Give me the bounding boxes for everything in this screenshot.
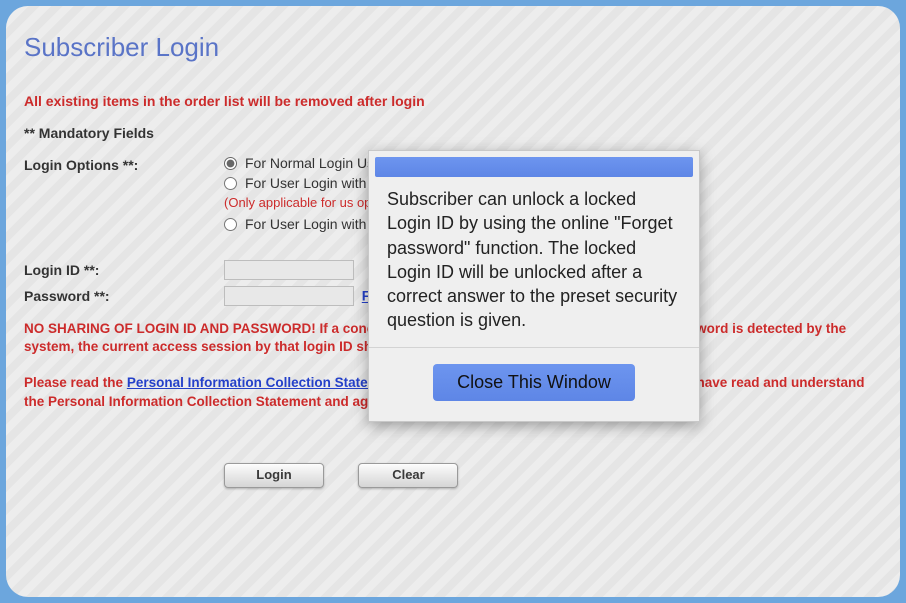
clear-button[interactable]: Clear (358, 463, 458, 488)
order-list-warning: All existing items in the order list wil… (24, 93, 882, 109)
login-id-input[interactable] (224, 260, 354, 280)
login-option-user2-label: For User Login with (245, 216, 366, 232)
pica-prefix: Please read the (24, 375, 123, 390)
password-label: Password **: (24, 286, 224, 304)
login-id-label: Login ID **: (24, 260, 224, 278)
login-option-user1-label: For User Login with (245, 175, 366, 191)
login-option-user2-radio[interactable] (224, 218, 237, 231)
mandatory-fields-label: ** Mandatory Fields (24, 125, 882, 141)
login-option-normal-radio[interactable] (224, 157, 237, 170)
login-option-normal-label: For Normal Login Us (245, 155, 374, 171)
dialog-titlebar[interactable] (375, 157, 693, 177)
dialog-body-text: Subscriber can unlock a locked Login ID … (369, 181, 699, 348)
pica-link[interactable]: Personal Information Collection Statemen… (127, 375, 404, 390)
login-panel: Subscriber Login All existing items in t… (6, 6, 900, 597)
dialog-footer: Close This Window (369, 348, 699, 421)
close-dialog-button[interactable]: Close This Window (433, 364, 635, 401)
login-option-user1-radio[interactable] (224, 177, 237, 190)
unlock-info-dialog: Subscriber can unlock a locked Login ID … (368, 150, 700, 422)
page-title: Subscriber Login (24, 32, 882, 63)
password-input[interactable] (224, 286, 354, 306)
login-button[interactable]: Login (224, 463, 324, 488)
button-row: Login Clear (224, 463, 882, 488)
window-frame: Subscriber Login All existing items in t… (0, 0, 906, 603)
login-options-label: Login Options **: (24, 155, 224, 173)
